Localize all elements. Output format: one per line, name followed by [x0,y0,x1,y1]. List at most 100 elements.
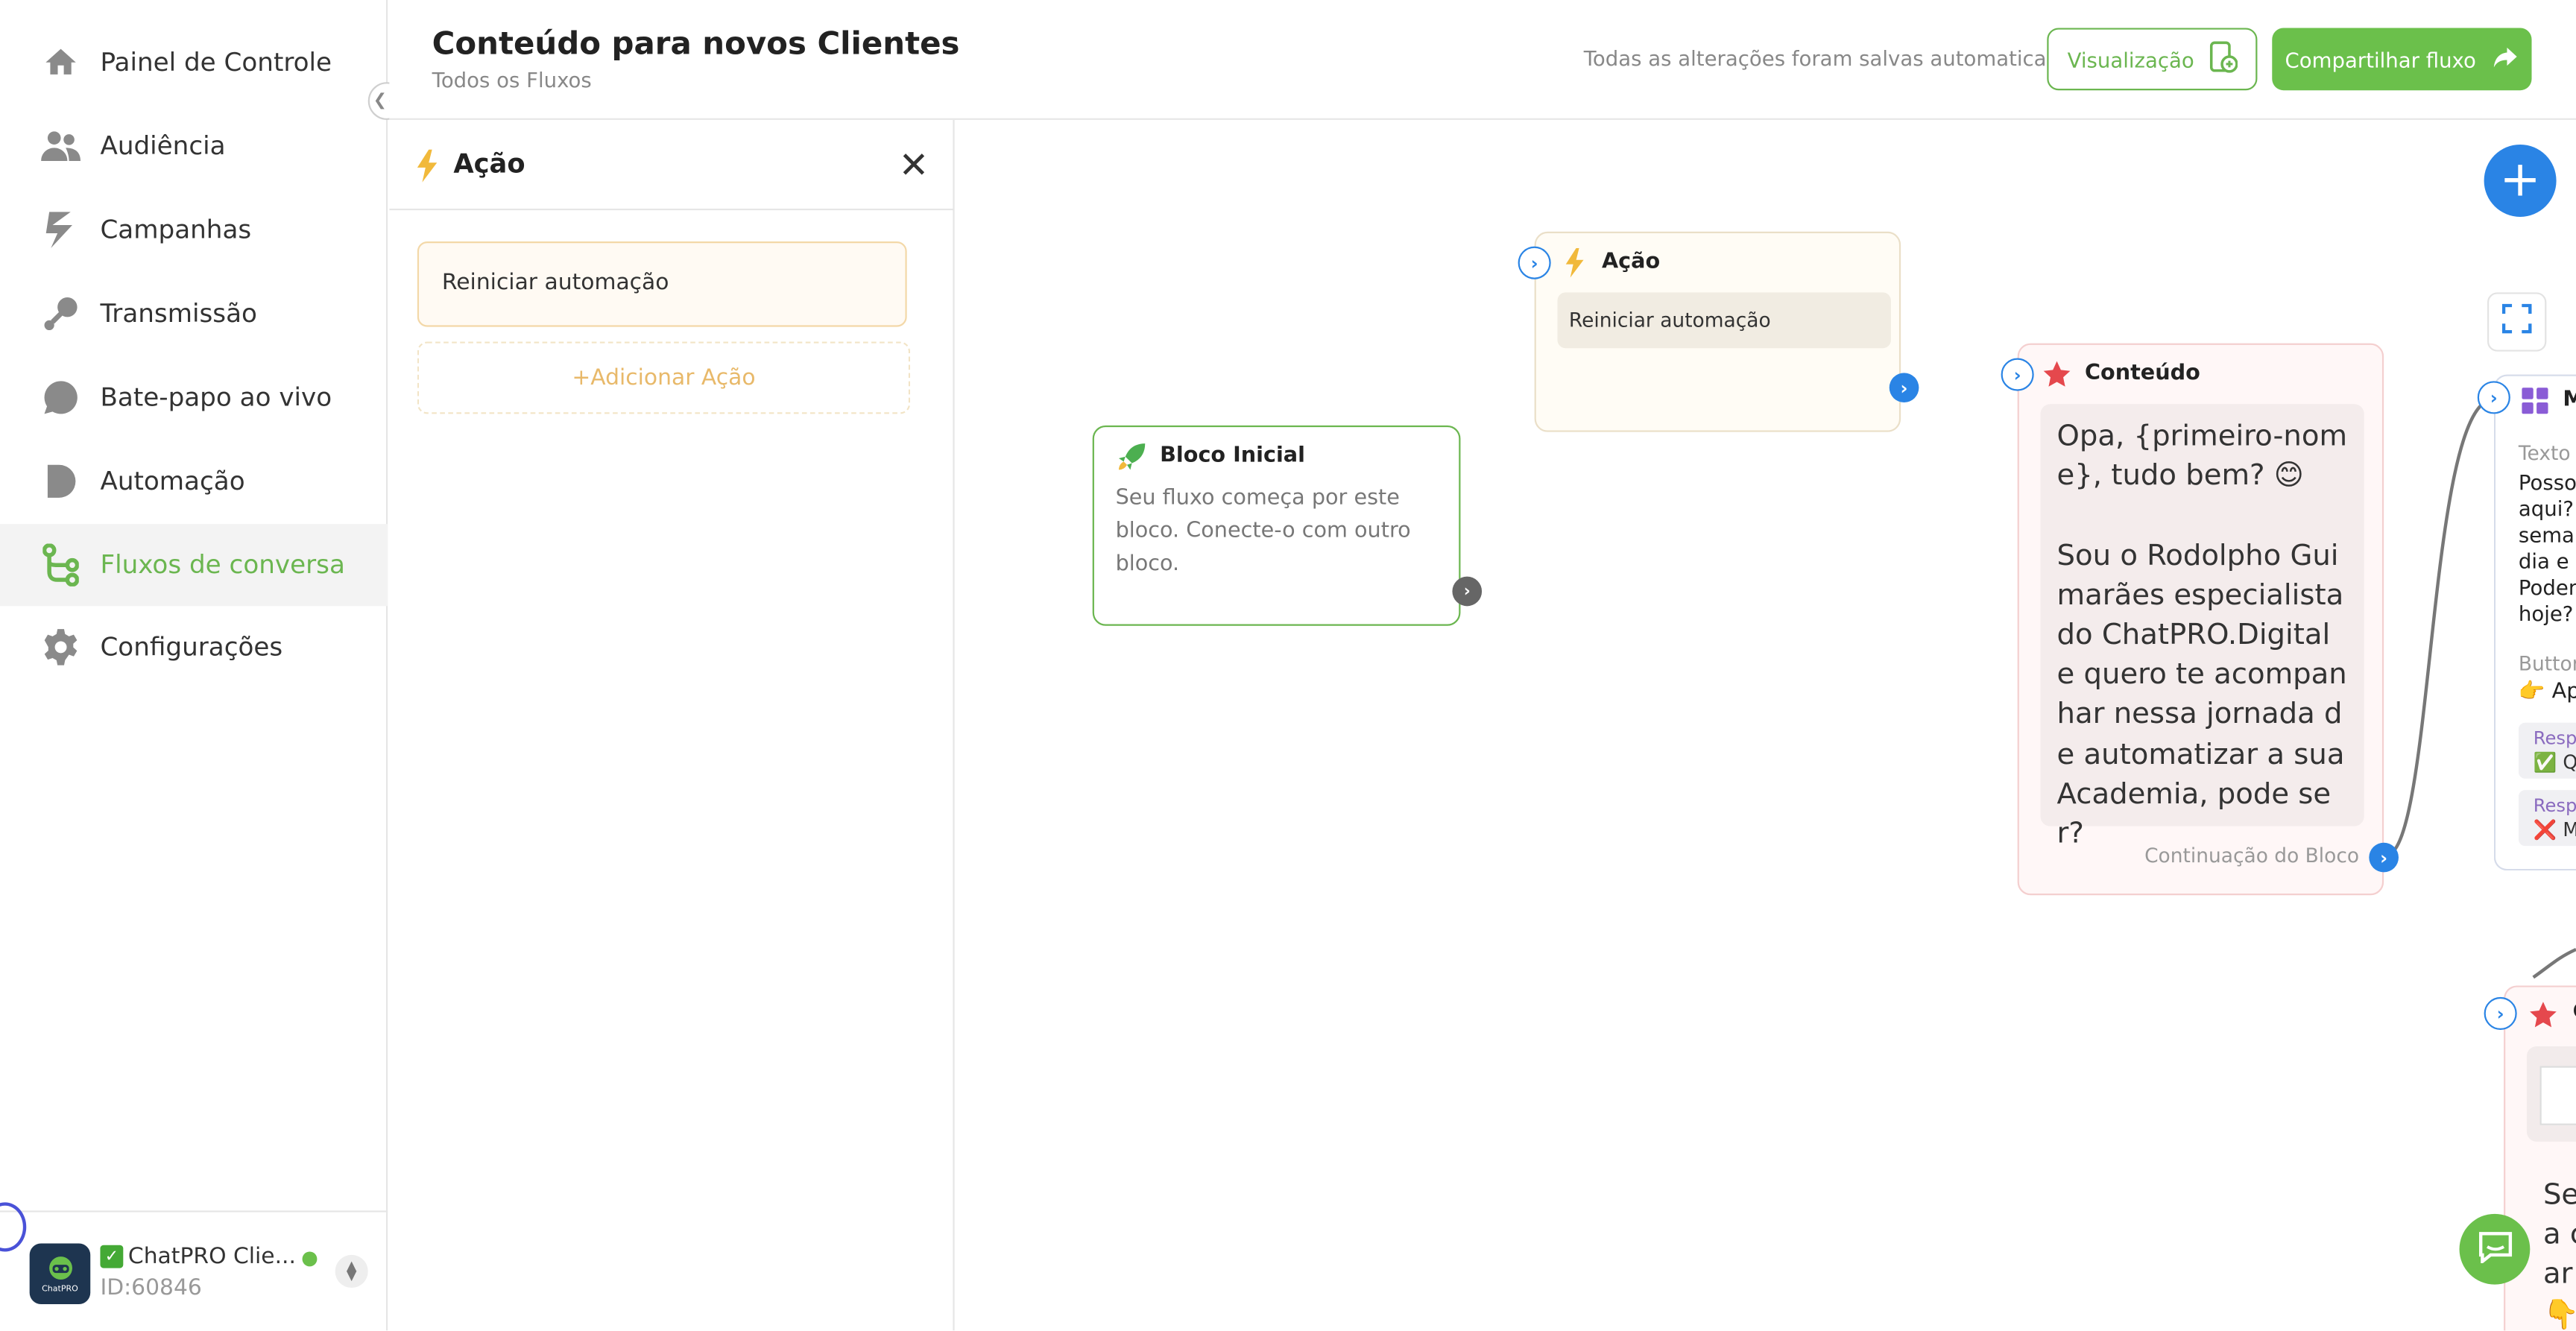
plus-icon: + [2499,151,2541,209]
menu-response-value: ❌ Me [2533,818,2576,841]
broadcast-icon [40,292,82,335]
media-thumbnail-icon [2539,1066,2576,1125]
account-switcher[interactable]: ChatPRO ✓ ChatPRO Clie... ID:60846 [0,1210,388,1330]
content-node-title: Conteúdo [2085,361,2200,386]
lightning-icon [416,149,439,189]
menu-text-line: Poden [2518,575,2576,600]
avatar: ChatPRO [29,1243,91,1305]
action-item[interactable]: Reiniciar automação [417,241,907,327]
action-panel-title: Ação [453,148,525,180]
preview-button-label: Visualização [2067,46,2194,72]
action-panel: Ação ✕ Reiniciar automação +Adicionar Aç… [389,119,955,1331]
menu-text-line: dia e a [2518,548,2576,574]
sidebar-item-label: Fluxos de conversa [100,550,345,581]
flow-icon [40,543,82,587]
flow-canvas[interactable]: Bloco Inicial Seu fluxo começa por este … [956,119,2576,1331]
sidebar-item-label: Automação [100,466,245,496]
automation-icon [40,460,82,502]
lightning-icon [1564,247,1585,284]
share-flow-button[interactable]: Compartilhar fluxo [2272,28,2532,91]
chat-bubble-icon [40,376,82,419]
sidebar-item-audience[interactable]: Audiência [0,105,388,187]
star-icon [2042,360,2072,396]
continuation-label: Continuação do Bloco [2144,844,2360,867]
content-line: ar [2542,1259,2573,1292]
menu-text-label: Texto c [2518,441,2576,465]
menu-response[interactable]: Respo ✅ Qu [2518,722,2576,779]
menu-text-line: Posso [2518,470,2576,495]
content-node-2[interactable]: › C Se a c ar 👇 [2484,985,2576,1331]
content-node-input-port[interactable]: › [2001,358,2034,391]
account-name: ✓ ChatPRO Clie... [100,1243,296,1270]
breadcrumb[interactable]: Todos os Fluxos [432,67,592,92]
campaign-icon [40,209,82,251]
content-node-2-text: Se a c ar 👇 [2542,1176,2576,1331]
content-node-output-port[interactable]: › [2369,842,2399,873]
sidebar-item-live-chat[interactable]: Bate-papo ao vivo [0,356,388,438]
add-block-button[interactable]: + [2484,144,2557,217]
sidebar-item-broadcast[interactable]: Transmissão [0,273,388,355]
close-icon[interactable]: ✕ [899,146,929,187]
grid-icon [2522,388,2548,420]
content-line: a c [2542,1218,2576,1252]
menu-node-input-port[interactable]: › [2477,381,2510,414]
menu-text-line: aqui? [2518,496,2574,521]
sidebar-item-label: Transmissão [100,299,257,329]
home-icon [40,41,82,83]
content-line: Se [2542,1179,2576,1213]
fit-screen-button[interactable] [2487,292,2547,352]
menu-node-title: M [2563,388,2576,412]
start-node-title: Bloco Inicial [1160,443,1305,469]
page-title: Conteúdo para novos Clientes [432,26,960,63]
start-node-description: Seu fluxo começa por este bloco. Conecte… [1115,486,1411,577]
check-icon: ✓ [100,1245,124,1268]
action-node-output-port[interactable]: › [1889,373,1919,403]
add-action-button[interactable]: +Adicionar Ação [417,341,911,414]
action-node-item: Reiniciar automação [1557,292,1891,349]
menu-response[interactable]: Respo ❌ Me [2518,790,2576,847]
start-node[interactable]: Bloco Inicial Seu fluxo começa por este … [1092,425,1483,626]
expand-icon [2501,303,2532,340]
share-button-label: Compartilhar fluxo [2285,46,2476,72]
share-arrow-icon [2493,45,2519,73]
menu-node[interactable]: › M Texto c Posso aqui? semar dia e a Po… [2477,374,2576,871]
support-chat-launcher[interactable] [2459,1213,2531,1285]
menu-buttons-label: Button [2518,652,2576,675]
logo-text-icon: ChatPRO [42,1283,78,1294]
content-node[interactable]: › Conteúdo Opa, {primeiro-nome}, tudo be… [2001,343,2399,896]
menu-button-text: 👉 Ape [2518,680,2576,705]
start-node-output-port[interactable]: › [1452,576,1483,607]
autosave-status: Todas as alterações foram salvas automat… [1583,45,2113,71]
action-node-title: Ação [1601,250,1661,275]
menu-text-line: semar [2518,522,2576,547]
sidebar-item-label: Painel de Controle [100,47,332,78]
sidebar-item-settings[interactable]: Configurações [0,606,388,688]
account-name-text: ChatPRO Clie... [127,1243,296,1270]
content-line: 👇 [2542,1298,2576,1331]
chat-icon [2477,1230,2513,1269]
sidebar-item-label: Campanhas [100,215,252,245]
users-icon [40,125,82,168]
sidebar-item-label: Bate-papo ao vivo [100,382,332,413]
sidebar-item-automation[interactable]: Automação [0,440,388,522]
gear-icon [40,626,82,668]
phone-preview-icon [2207,40,2238,78]
online-status-dot [302,1251,318,1267]
rocket-icon [1117,442,1147,478]
connection-line [2532,947,2576,979]
chevron-updown-icon[interactable]: ▲ ▼ [335,1254,368,1289]
action-node-input-port[interactable]: › [1518,246,1551,279]
content-node-2-input-port[interactable]: › [2484,996,2517,1030]
action-node[interactable]: › Ação Reiniciar automação › [1518,231,1919,432]
content-node-2-media [2526,1046,2576,1142]
star-icon [2528,1000,2558,1036]
menu-response-label: Respo [2533,794,2576,817]
sidebar-item-conversation-flows[interactable]: Fluxos de conversa [0,524,388,607]
menu-text-line: hoje? [2518,601,2574,626]
content-node-2-title: C [2573,1000,2576,1025]
sidebar-item-campaigns[interactable]: Campanhas [0,189,388,271]
sidebar-item-dashboard[interactable]: Painel de Controle [0,22,388,104]
sidebar-item-label: Audiência [100,131,226,162]
header: Conteúdo para novos Clientes Todos os Fl… [389,0,2576,120]
preview-button[interactable]: Visualização [2047,28,2258,91]
